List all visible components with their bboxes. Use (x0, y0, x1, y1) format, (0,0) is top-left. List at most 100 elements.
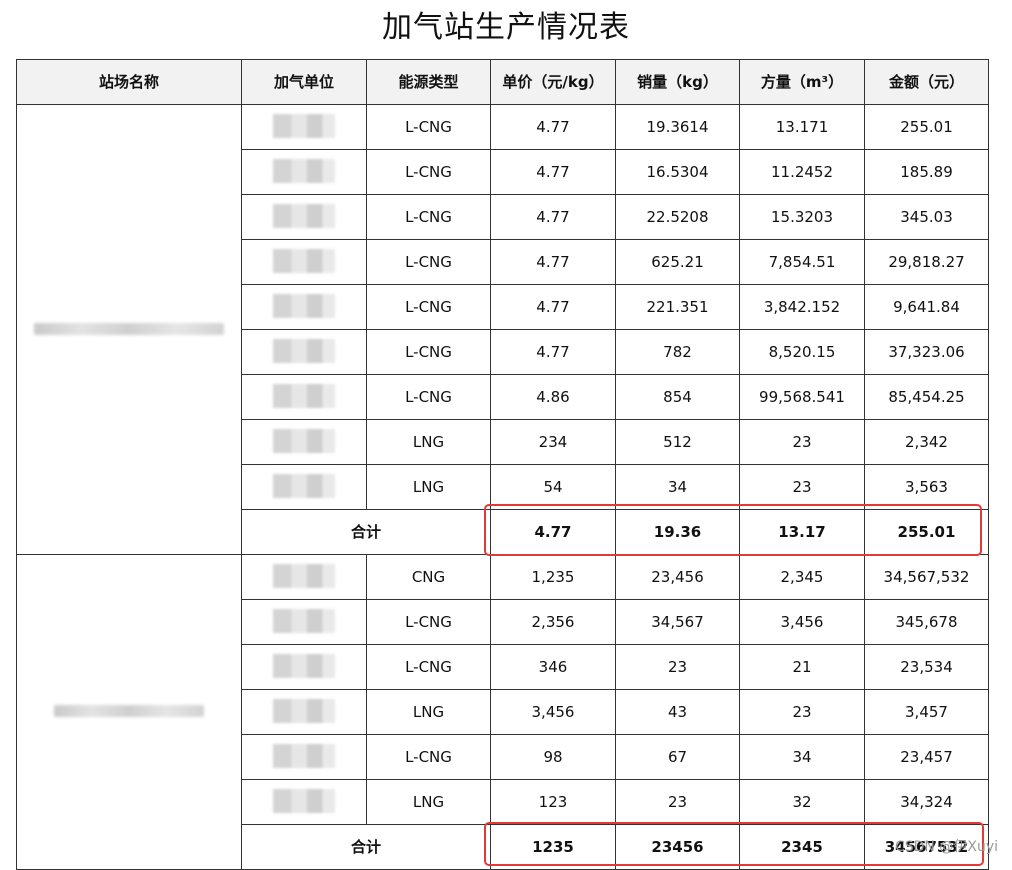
amount-cell: 3,457 (864, 689, 989, 735)
volume-cell: 34 (739, 734, 865, 780)
sales-cell: 22.5208 (615, 194, 740, 240)
total-amount: 255.01 (864, 509, 989, 555)
amount-cell: 23,457 (864, 734, 989, 780)
table-row: CNG 1,235 23,456 2,345 34,567,532 (16, 554, 989, 870)
unit-price-cell: 2,356 (490, 599, 616, 645)
unit-cell-redacted (241, 419, 367, 465)
sales-cell: 23 (615, 644, 740, 690)
redacted-unit-name (273, 608, 335, 633)
volume-cell: 15.3203 (739, 194, 865, 240)
energy-type-cell: L-CNG (366, 194, 491, 240)
volume-cell: 2,345 (739, 554, 865, 600)
header-volume: 方量（m³） (739, 59, 865, 105)
header-unit: 加气单位 (241, 59, 367, 105)
unit-price-cell: 346 (490, 644, 616, 690)
volume-cell: 23 (739, 689, 865, 735)
unit-price-cell: 4.77 (490, 149, 616, 195)
production-table: 站场名称 加气单位 能源类型 单价（元/kg） 销量（kg） 方量（m³） 金额… (16, 59, 989, 870)
unit-cell-redacted (241, 599, 367, 645)
volume-cell: 99,568.541 (739, 374, 865, 420)
header-sales: 销量（kg） (615, 59, 740, 105)
amount-cell: 345,678 (864, 599, 989, 645)
table-row: L-CNG 4.77 19.3614 13.171 255.01 (16, 104, 989, 555)
redacted-unit-name (273, 203, 335, 228)
unit-cell-redacted (241, 104, 367, 150)
redacted-unit-name (273, 698, 335, 723)
volume-cell: 3,456 (739, 599, 865, 645)
header-unit-price: 单价（元/kg） (490, 59, 616, 105)
energy-type-cell: L-CNG (366, 599, 491, 645)
sales-cell: 625.21 (615, 239, 740, 285)
amount-cell: 34,567,532 (864, 554, 989, 600)
energy-type-cell: L-CNG (366, 374, 491, 420)
unit-cell-redacted (241, 329, 367, 375)
unit-price-cell: 4.77 (490, 284, 616, 330)
sales-cell: 16.5304 (615, 149, 740, 195)
unit-cell-redacted (241, 689, 367, 735)
sales-cell: 34,567 (615, 599, 740, 645)
redacted-unit-name (273, 248, 335, 273)
total-volume: 2345 (739, 824, 865, 870)
unit-price-cell: 98 (490, 734, 616, 780)
sales-cell: 43 (615, 689, 740, 735)
redacted-unit-name (273, 113, 335, 138)
unit-cell-redacted (241, 644, 367, 690)
report-title: 加气站生产情况表 (382, 10, 630, 45)
sales-cell: 67 (615, 734, 740, 780)
volume-cell: 23 (739, 419, 865, 465)
total-volume: 13.17 (739, 509, 865, 555)
energy-type-cell: LNG (366, 689, 491, 735)
unit-cell-redacted (241, 149, 367, 195)
amount-cell: 185.89 (864, 149, 989, 195)
redacted-unit-name (273, 743, 335, 768)
amount-cell: 34,324 (864, 779, 989, 825)
redacted-unit-name (273, 158, 335, 183)
unit-cell-redacted (241, 734, 367, 780)
amount-cell: 3,563 (864, 464, 989, 510)
volume-cell: 8,520.15 (739, 329, 865, 375)
sales-cell: 221.351 (615, 284, 740, 330)
sales-cell: 19.3614 (615, 104, 740, 150)
unit-price-cell: 54 (490, 464, 616, 510)
header-amount: 金额（元） (864, 59, 989, 105)
unit-cell-redacted (241, 779, 367, 825)
redacted-unit-name (273, 338, 335, 363)
total-label: 合计 (241, 509, 491, 555)
unit-cell-redacted (241, 374, 367, 420)
redacted-station-name (54, 705, 204, 717)
volume-cell: 13.171 (739, 104, 865, 150)
unit-cell-redacted (241, 464, 367, 510)
sales-cell: 854 (615, 374, 740, 420)
total-unit-price: 4.77 (490, 509, 616, 555)
energy-type-cell: L-CNG (366, 644, 491, 690)
energy-type-cell: LNG (366, 779, 491, 825)
redacted-unit-name (273, 788, 335, 813)
energy-type-cell: L-CNG (366, 104, 491, 150)
amount-cell: 345.03 (864, 194, 989, 240)
energy-type-cell: L-CNG (366, 734, 491, 780)
unit-price-cell: 1,235 (490, 554, 616, 600)
unit-price-cell: 4.77 (490, 329, 616, 375)
energy-type-cell: L-CNG (366, 149, 491, 195)
volume-cell: 11.2452 (739, 149, 865, 195)
redacted-unit-name (273, 653, 335, 678)
sales-cell: 782 (615, 329, 740, 375)
unit-cell-redacted (241, 194, 367, 240)
sales-cell: 34 (615, 464, 740, 510)
volume-cell: 7,854.51 (739, 239, 865, 285)
unit-price-cell: 4.86 (490, 374, 616, 420)
unit-price-cell: 3,456 (490, 689, 616, 735)
header-energy-type: 能源类型 (366, 59, 491, 105)
amount-cell: 9,641.84 (864, 284, 989, 330)
total-label: 合计 (241, 824, 491, 870)
total-sales: 23456 (615, 824, 740, 870)
volume-cell: 21 (739, 644, 865, 690)
total-unit-price: 1235 (490, 824, 616, 870)
redacted-unit-name (273, 563, 335, 588)
unit-cell-redacted (241, 239, 367, 285)
watermark: CSDN @伊Xuyi (894, 839, 998, 855)
volume-cell: 32 (739, 779, 865, 825)
redacted-station-name (34, 322, 224, 335)
unit-price-cell: 4.77 (490, 239, 616, 285)
station-name-cell-redacted (16, 104, 242, 555)
